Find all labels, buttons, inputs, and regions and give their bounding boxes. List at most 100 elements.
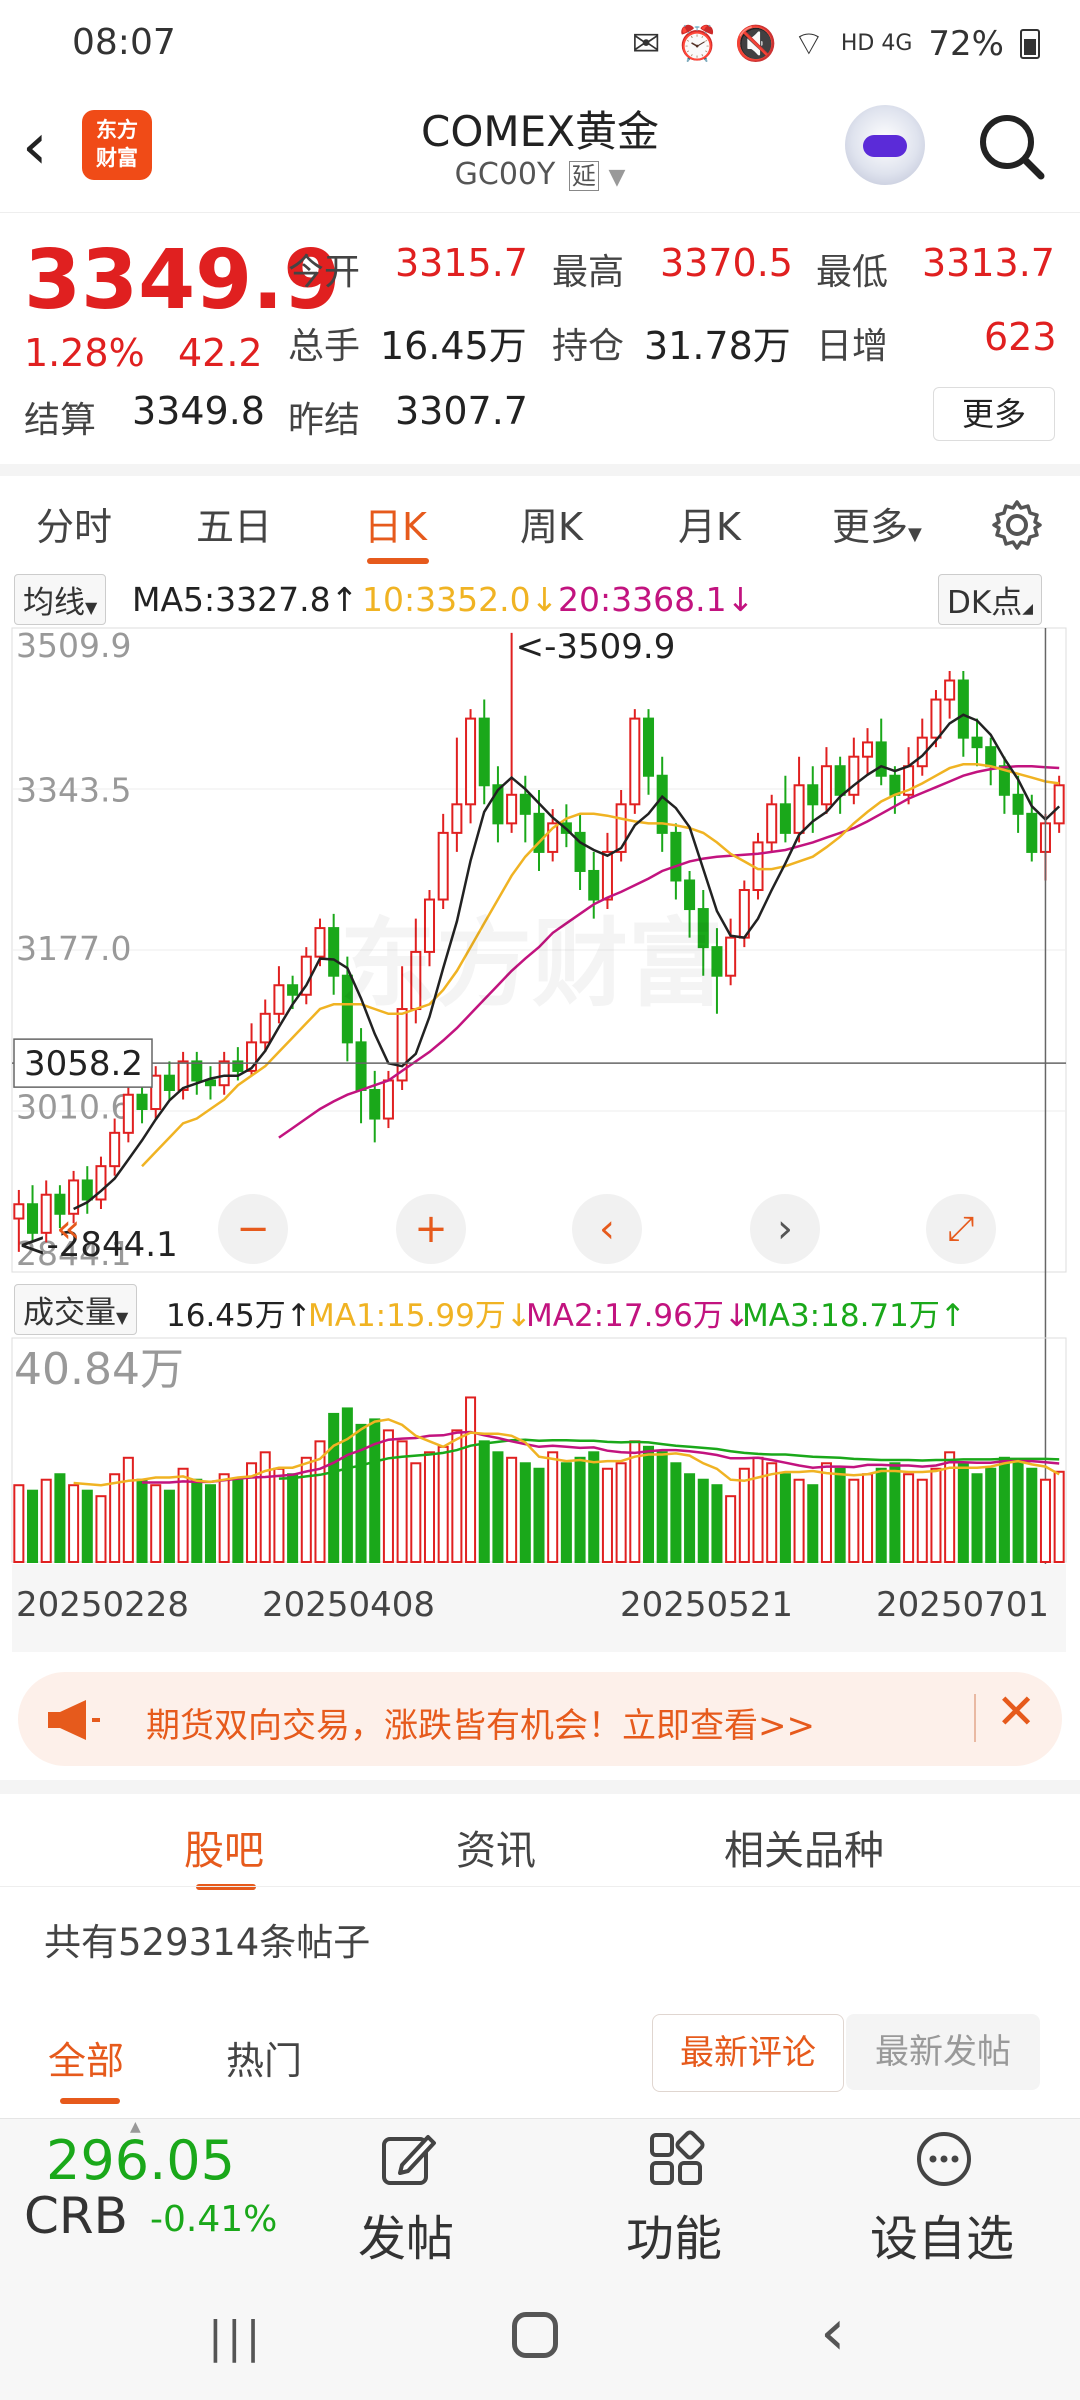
tab-monthly-k[interactable]: 月K — [678, 496, 741, 551]
open-interest-value: 31.78万 — [644, 324, 791, 368]
filter-indicator — [60, 2098, 120, 2104]
expand-caret-icon[interactable]: ▲ — [130, 2119, 141, 2135]
volume-bar — [629, 1440, 641, 1563]
fullscreen-icon[interactable]: ⤢ — [926, 1194, 996, 1264]
scroll-left-button[interactable]: ‹ — [572, 1194, 642, 1264]
candle-body — [218, 1060, 230, 1087]
low-value: 3313.7 — [922, 241, 1055, 285]
volume-selector-button[interactable]: 成交量▼ — [14, 1284, 138, 1335]
quote-panel: 3349.9 1.28% 42.2 今开 3315.7 最高 3370.5 最低… — [0, 212, 1080, 463]
post-button-label[interactable]: 发帖 — [358, 2199, 454, 2269]
status-icons: ✉ ⏰ 🔇 ⌔ HD 4G 72% — [632, 22, 1040, 65]
tab-more-label: 更多 — [832, 505, 909, 549]
filter-all[interactable]: 全部 — [48, 2030, 124, 2085]
volume-bar — [615, 1462, 627, 1563]
volume-bar — [68, 1484, 80, 1563]
rewind-icon[interactable]: « — [56, 1206, 80, 1252]
prev-settle-value: 3307.7 — [395, 389, 528, 433]
recent-apps-icon[interactable]: ||| — [208, 2312, 264, 2363]
volume-bar — [889, 1462, 901, 1563]
tab-more[interactable]: 更多▼ — [832, 496, 922, 551]
volume-selector-label: 成交量 — [23, 1295, 116, 1331]
scroll-right-button[interactable]: › — [750, 1194, 820, 1264]
volume-bar — [903, 1473, 915, 1564]
tab-weekly-k[interactable]: 周K — [520, 496, 583, 551]
candle-body — [957, 679, 969, 739]
volume-bar — [492, 1451, 504, 1564]
watermark: 东方财富 — [340, 886, 724, 1025]
volume-bar — [560, 1462, 572, 1563]
candle-body — [369, 1088, 381, 1120]
assistant-robot-icon[interactable] — [845, 105, 925, 185]
open-value: 3315.7 — [395, 241, 528, 285]
functions-button-label[interactable]: 功能 — [626, 2199, 722, 2269]
filter-hot[interactable]: 热门 — [226, 2030, 302, 2085]
home-icon[interactable] — [512, 2312, 558, 2358]
promo-banner[interactable]: 期货双向交易，涨跌皆有机会！立即查看>> ✕ — [18, 1672, 1062, 1766]
volume-bar — [752, 1456, 764, 1564]
volume-bar — [109, 1473, 121, 1564]
tab-related[interactable]: 相关品种 — [724, 1818, 884, 1876]
high-marker-label: <-3509.9 — [516, 627, 676, 667]
chart-canvas[interactable]: 3509.93343.53177.03010.62844.13058.2<-35… — [0, 566, 1080, 1656]
candle-body — [259, 1012, 271, 1044]
system-back-icon[interactable]: ‹ — [820, 2296, 846, 2370]
candle-body — [725, 936, 737, 977]
volume-bar — [287, 1473, 299, 1564]
x-axis-label: 20250228 — [16, 1585, 189, 1625]
candle-body — [109, 1131, 121, 1168]
volume-bar — [328, 1412, 340, 1564]
change-percent: 1.28% — [24, 331, 145, 375]
more-button[interactable]: 更多 — [933, 387, 1055, 441]
candle-body — [985, 746, 997, 768]
vol-ma2-readout: MA2:17.96万↓ — [526, 1298, 750, 1334]
candle-body — [273, 984, 285, 1015]
volume-bar — [163, 1489, 175, 1563]
volume-bar — [985, 1467, 997, 1563]
candle-body — [1026, 812, 1038, 853]
tab-news[interactable]: 资讯 — [456, 1818, 536, 1876]
volume-bar — [54, 1473, 66, 1564]
edit-post-icon[interactable] — [378, 2129, 438, 2189]
volume-bar — [27, 1489, 39, 1563]
x-axis-label: 20250701 — [876, 1585, 1049, 1625]
sort-latest-comment[interactable]: 最新评论 — [652, 2014, 844, 2092]
wifi-icon: ⌔ — [792, 24, 825, 64]
tab-five-day[interactable]: 五日 — [196, 496, 272, 551]
volume-value: 16.45万 — [380, 324, 527, 368]
volume-bar — [204, 1484, 216, 1563]
volume-bar — [519, 1462, 531, 1563]
chevron-down-icon: ▼ — [608, 165, 626, 190]
candle-body — [930, 698, 942, 739]
candle-body — [478, 717, 490, 787]
search-icon[interactable] — [975, 110, 1047, 182]
candle-body — [875, 741, 887, 777]
zoom-in-button[interactable]: + — [396, 1194, 466, 1264]
open-label: 今开 — [288, 252, 361, 293]
close-icon[interactable]: ✕ — [996, 1684, 1036, 1740]
add-watchlist-label[interactable]: 设自选 — [870, 2199, 1014, 2269]
cursor-value-label: 3058.2 — [24, 1044, 143, 1084]
crb-value: 296.05 — [46, 2129, 235, 2192]
volume-bar — [191, 1478, 203, 1564]
functions-grid-icon[interactable] — [646, 2129, 706, 2189]
volume-bar — [1039, 1478, 1051, 1564]
volume-bar — [588, 1451, 600, 1564]
crb-label: CRB — [24, 2187, 128, 2245]
candle-body — [971, 736, 983, 749]
volume-bar — [95, 1495, 107, 1564]
volume-bar — [122, 1456, 134, 1564]
settings-gear-icon[interactable] — [990, 498, 1044, 552]
tab-guba[interactable]: 股吧 — [184, 1818, 264, 1876]
sort-latest-post[interactable]: 最新发帖 — [846, 2014, 1040, 2090]
volume-bar — [656, 1451, 668, 1564]
volume-bar — [697, 1478, 709, 1564]
more-dots-icon[interactable] — [914, 2129, 974, 2189]
zoom-out-button[interactable]: − — [218, 1194, 288, 1264]
tab-daily-k[interactable]: 日K — [364, 496, 427, 551]
volume-bar — [341, 1407, 353, 1563]
candle-body — [287, 984, 299, 996]
tab-intraday[interactable]: 分时 — [36, 496, 112, 551]
kline-chart[interactable]: 均线▼ MA5:3327.8↑ 10:3352.0↓ 20:3368.1↓ DK… — [0, 566, 1080, 1656]
volume-bar — [807, 1484, 819, 1563]
